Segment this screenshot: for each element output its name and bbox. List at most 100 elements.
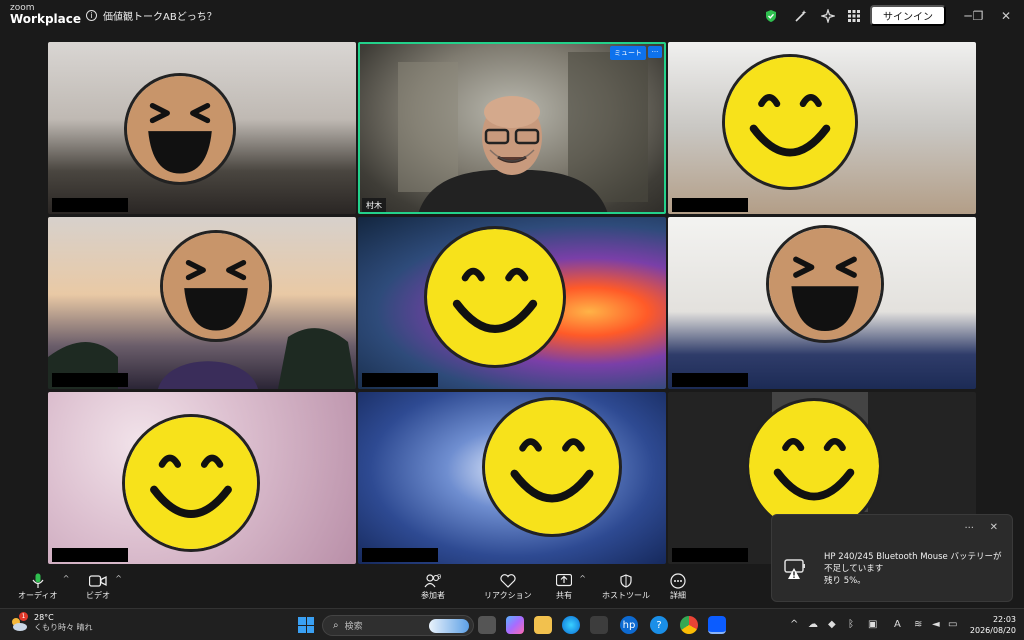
notification-more-button[interactable]: ···: [964, 523, 974, 534]
host-tools-label: ホストツール: [602, 591, 650, 600]
help-icon[interactable]: ?: [650, 616, 668, 634]
video-tile-active-speaker[interactable]: ミュート ··· 村木: [358, 42, 666, 214]
audio-button[interactable]: オーディオ ^: [18, 572, 69, 601]
meeting-title: 価値観トークABどっち？: [103, 12, 217, 23]
info-icon[interactable]: i: [86, 10, 97, 21]
video-tile[interactable]: [48, 42, 356, 214]
ime-icon[interactable]: A: [894, 619, 901, 630]
shield-icon[interactable]: [763, 8, 779, 24]
zoom-app-icon[interactable]: [708, 616, 726, 634]
video-tile[interactable]: [358, 217, 666, 389]
participant-name: [672, 548, 748, 562]
video-tile[interactable]: [48, 217, 356, 389]
clock-date: 2026/08/20: [969, 626, 1016, 635]
smiling-emoji-icon: [722, 54, 858, 190]
participant-name: 村木: [362, 198, 386, 212]
smiling-emoji-icon: [122, 414, 260, 552]
app-tray-icon[interactable]: ▣: [868, 619, 877, 630]
magic-wand-icon[interactable]: [793, 8, 809, 24]
smiling-emoji-icon: [482, 397, 622, 537]
notification-subtext: 残り 5%。: [824, 576, 866, 586]
apps-grid-icon[interactable]: [846, 8, 862, 24]
chevron-up-icon[interactable]: ^: [115, 574, 122, 583]
notification-body: HP 240/245 Bluetooth Mouse バッテリーが不足しています…: [824, 551, 1006, 587]
tile-more-options[interactable]: ···: [648, 46, 662, 58]
video-tile[interactable]: [668, 42, 976, 214]
dropbox-icon[interactable]: ◆: [828, 619, 836, 630]
participant-name: [52, 548, 128, 562]
shield-icon: [616, 572, 636, 590]
reactions-label: リアクション: [484, 591, 532, 600]
sign-in-button[interactable]: サインイン: [870, 5, 946, 26]
video-tile[interactable]: [358, 392, 666, 564]
weather-condition: くもり時々 晴れ: [34, 623, 93, 632]
sparkle-icon[interactable]: [820, 8, 836, 24]
meeting-info[interactable]: i 価値観トークABどっち？: [86, 8, 217, 23]
video-tile[interactable]: [668, 217, 976, 389]
hp-icon[interactable]: hp: [620, 616, 638, 634]
start-menu-icon[interactable]: [298, 617, 314, 633]
participants-label: 参加者: [421, 591, 445, 600]
weather-widget[interactable]: 1 28°C くもり時々 晴れ: [10, 612, 93, 633]
participant-name: [52, 198, 128, 212]
video-tile[interactable]: [48, 392, 356, 564]
file-explorer-icon[interactable]: [534, 616, 552, 634]
search-icon: ⌕: [333, 620, 339, 631]
share-screen-icon: [554, 572, 574, 590]
battery-warning-icon: [784, 559, 805, 579]
store-icon[interactable]: [590, 616, 608, 634]
volume-icon[interactable]: ◄: [932, 619, 940, 630]
notification-text: HP 240/245 Bluetooth Mouse バッテリーが不足しています: [824, 552, 1002, 574]
bluetooth-icon[interactable]: ᛒ: [848, 619, 854, 630]
clock[interactable]: 22:03 2026/08/20: [970, 614, 1016, 636]
more-label: 詳細: [670, 591, 686, 600]
participant-name: [362, 373, 438, 387]
participant-video: [398, 52, 648, 214]
search-placeholder: 検索: [344, 622, 363, 632]
clock-time: 22:03: [992, 615, 1016, 624]
participant-name: [672, 373, 748, 387]
reactions-button[interactable]: リアクション: [484, 572, 532, 601]
mute-badge[interactable]: ミュート: [610, 46, 646, 60]
participant-name: [672, 198, 748, 212]
search-highlight-icon: [429, 619, 469, 633]
cloud-icon[interactable]: ☁: [808, 619, 818, 630]
restore-icon[interactable]: ❐: [968, 6, 988, 26]
temperature: 28°C: [34, 613, 54, 622]
video-grid: ミュート ··· 村木: [48, 42, 976, 564]
edge-browser-icon[interactable]: [562, 616, 580, 634]
audio-label: オーディオ: [18, 591, 58, 600]
chevron-up-icon[interactable]: ^: [63, 574, 70, 583]
task-view-icon[interactable]: [478, 616, 496, 634]
notification-toast[interactable]: ··· ✕ HP 240/245 Bluetooth Mouse バッテリーが不…: [771, 514, 1013, 602]
chevron-up-icon[interactable]: ^: [790, 619, 798, 630]
chevron-up-icon[interactable]: ^: [579, 574, 586, 583]
video-label: ビデオ: [86, 591, 110, 600]
chrome-icon[interactable]: [680, 616, 698, 634]
host-tools-button[interactable]: ホストツール: [602, 572, 650, 601]
more-button[interactable]: 詳細: [668, 572, 688, 601]
heart-icon: [498, 572, 518, 590]
participants-button[interactable]: 9 参加者: [421, 572, 445, 601]
video-button[interactable]: ビデオ ^: [86, 572, 122, 601]
laughing-emoji-icon: [160, 230, 272, 342]
more-dots-icon: [668, 572, 688, 590]
wifi-icon[interactable]: ≋: [914, 619, 922, 630]
taskbar: 1 28°C くもり時々 晴れ ⌕ 検索 hp ? ^ ☁ ◆ ᛒ ▣ A ≋ …: [0, 608, 1024, 640]
copilot-icon[interactable]: [506, 616, 524, 634]
title-bar: zoom Workplace i 価値観トークABどっち？ サインイン ─ ❐ …: [0, 0, 1024, 32]
smiling-emoji-icon: [424, 226, 566, 368]
battery-icon[interactable]: ▭: [948, 619, 957, 630]
weather-badge: 1: [19, 612, 28, 621]
zoom-logo: zoom Workplace: [10, 4, 82, 26]
participants-count: 9: [437, 573, 442, 581]
logo-bottom-text: Workplace: [10, 12, 82, 26]
taskbar-search[interactable]: ⌕ 検索: [322, 615, 474, 636]
share-button[interactable]: 共有 ^: [554, 572, 586, 601]
close-window-icon[interactable]: ✕: [996, 6, 1016, 26]
microphone-icon: [28, 572, 48, 590]
share-label: 共有: [556, 591, 572, 600]
video-camera-icon: [88, 572, 108, 590]
laughing-emoji-icon: [766, 225, 884, 343]
notification-close-button[interactable]: ✕: [990, 522, 998, 533]
